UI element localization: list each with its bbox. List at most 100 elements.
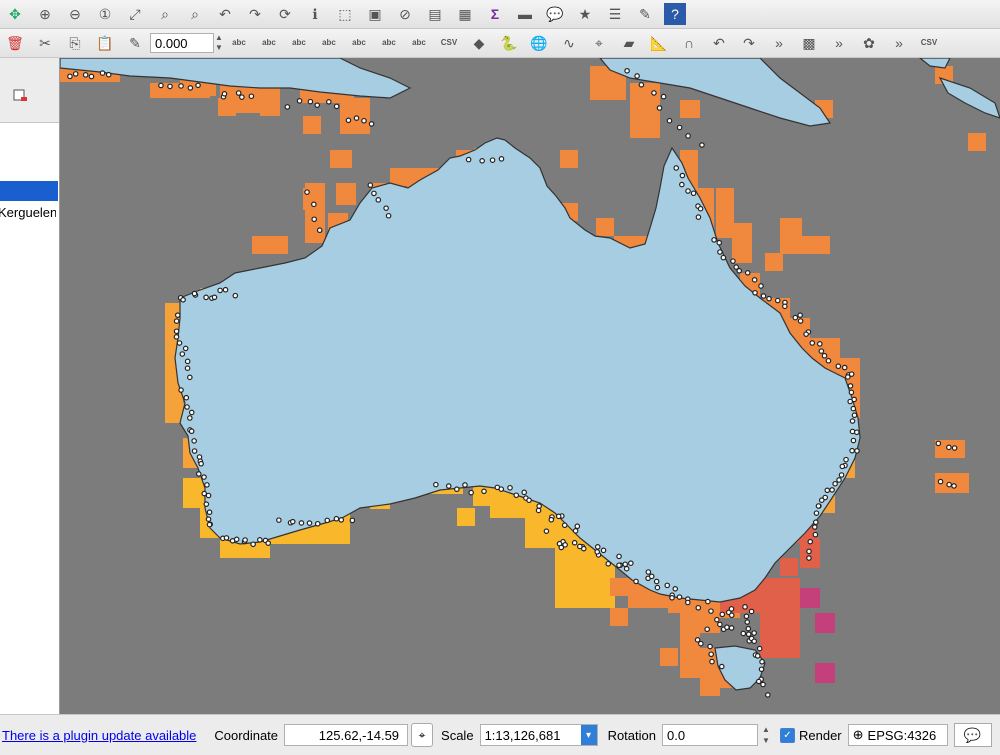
occurrence-point bbox=[751, 638, 758, 645]
ruler-icon[interactable]: 📐 bbox=[648, 32, 670, 54]
delete-icon[interactable]: 🗑 bbox=[4, 32, 26, 54]
sticky-note-icon[interactable]: ▰ bbox=[618, 32, 640, 54]
coordinate-field[interactable]: 125.62,-14.59 bbox=[284, 724, 409, 746]
occurrence-point bbox=[651, 90, 657, 96]
map-tips-icon[interactable]: 💬 bbox=[544, 3, 566, 25]
label-rotate-icon[interactable]: abc bbox=[378, 32, 400, 54]
statistics-sigma-icon[interactable]: Σ bbox=[484, 3, 506, 25]
attribute-table-icon[interactable]: ▤ bbox=[424, 3, 446, 25]
label-highlight-icon[interactable]: abc bbox=[288, 32, 310, 54]
help-icon[interactable]: ? bbox=[664, 3, 686, 25]
python-icon[interactable]: 🐍 bbox=[498, 32, 520, 54]
label-move-icon[interactable]: abc bbox=[348, 32, 370, 54]
occurrence-point bbox=[333, 515, 340, 522]
raster-icon[interactable]: ◆ bbox=[468, 32, 490, 54]
crs-button[interactable]: ⊕ EPSG:4326 bbox=[847, 724, 948, 746]
pan-selected-icon[interactable]: ✥ bbox=[4, 3, 26, 25]
more-icon[interactable]: » bbox=[888, 32, 910, 54]
label-show-hide-icon[interactable]: abc bbox=[318, 32, 340, 54]
zoom-selection-icon[interactable]: ⌕ bbox=[154, 3, 176, 25]
field-calculator-icon[interactable]: ▦ bbox=[454, 3, 476, 25]
magnet-icon[interactable]: ∩ bbox=[678, 32, 700, 54]
wave-icon[interactable]: ∿ bbox=[558, 32, 580, 54]
map-navigation-toolbar: ✥ ⊕ ⊖ ① ⤢ ⌕ ⌕ ↶ ↷ ⟳ ℹ ⬚ ▣ ⊘ ▤ ▦ Σ ▬ 💬 ★ ☰ ✎? bbox=[0, 0, 1000, 29]
occurrence-point bbox=[849, 428, 856, 435]
selected-layer-row[interactable] bbox=[0, 181, 58, 201]
occurrence-point bbox=[314, 520, 321, 527]
select-by-expression-icon[interactable]: ▣ bbox=[364, 3, 386, 25]
label-pin-icon[interactable]: abc bbox=[258, 32, 280, 54]
digitize-pencil-icon[interactable]: ✎ bbox=[124, 32, 146, 54]
text-annotation-icon[interactable]: ✎ bbox=[634, 3, 656, 25]
more-icon[interactable]: » bbox=[828, 32, 850, 54]
grid-cell bbox=[716, 188, 734, 238]
render-checkbox[interactable]: ✓ bbox=[779, 727, 795, 743]
green-layer-icon[interactable]: ▩ bbox=[798, 32, 820, 54]
messages-icon[interactable]: 💬 bbox=[953, 723, 992, 747]
occurrence-point bbox=[555, 513, 562, 520]
zoom-layer-icon[interactable]: ⌕ bbox=[184, 3, 206, 25]
identify-icon[interactable]: ℹ bbox=[304, 3, 326, 25]
occurrence-point bbox=[816, 341, 823, 347]
occurrence-point bbox=[367, 182, 374, 188]
occurrence-point bbox=[716, 239, 723, 246]
zoom-full-icon[interactable]: ⤢ bbox=[124, 3, 146, 25]
occurrence-point bbox=[758, 283, 764, 289]
occurrence-point bbox=[572, 528, 579, 534]
label-change-icon[interactable]: abc bbox=[408, 32, 430, 54]
zoom-out-icon[interactable]: ⊖ bbox=[64, 3, 86, 25]
undo-icon[interactable]: ↶ bbox=[708, 32, 730, 54]
refresh-icon[interactable]: ⟳ bbox=[274, 3, 296, 25]
plugin-update-link[interactable]: There is a plugin update available bbox=[2, 728, 196, 743]
deselect-all-icon[interactable]: ⊘ bbox=[394, 3, 416, 25]
occurrence-point bbox=[699, 142, 705, 148]
occurrence-point bbox=[843, 456, 849, 463]
occurrence-point bbox=[306, 520, 313, 526]
occurrence-point bbox=[535, 507, 542, 514]
copy-icon[interactable]: ⎘ bbox=[64, 32, 86, 54]
rotation-field[interactable]: 0.0 bbox=[661, 724, 758, 746]
occurrence-point bbox=[806, 555, 812, 561]
zoom-next-icon[interactable]: ↷ bbox=[244, 3, 266, 25]
label-icon[interactable]: abc bbox=[228, 32, 250, 54]
new-bookmark-icon[interactable]: ★ bbox=[574, 3, 596, 25]
occurrence-point bbox=[242, 537, 248, 543]
occurrence-point bbox=[345, 117, 352, 124]
coordinate-toggle-icon[interactable]: ⌖ bbox=[411, 723, 434, 747]
layer-item-label[interactable]: Kerguelensem… bbox=[0, 205, 56, 220]
occurrence-point bbox=[173, 318, 180, 324]
csv-icon[interactable]: CSV bbox=[438, 32, 460, 54]
csv-green-icon[interactable]: CSV bbox=[918, 32, 940, 54]
occurrence-point bbox=[385, 212, 392, 219]
occurrence-point bbox=[851, 412, 858, 419]
tolerance-input[interactable]: 0.000 bbox=[150, 33, 214, 53]
remove-layer-icon[interactable] bbox=[13, 89, 27, 103]
measure-icon[interactable]: ▬ bbox=[514, 3, 536, 25]
show-bookmarks-icon[interactable]: ☰ bbox=[604, 3, 626, 25]
rotation-spinner[interactable]: ▲ ▼ bbox=[760, 724, 772, 746]
chevron-down-icon[interactable]: ▾ bbox=[580, 725, 597, 745]
zoom-in-icon[interactable]: ⊕ bbox=[34, 3, 56, 25]
occurrence-point bbox=[654, 584, 661, 591]
zoom-last-icon[interactable]: ↶ bbox=[214, 3, 236, 25]
tolerance-spinner[interactable]: ▲ ▼ bbox=[214, 33, 224, 53]
globe-icon[interactable]: 🌐 bbox=[528, 32, 550, 54]
occurrence-point bbox=[755, 678, 762, 685]
more-icon[interactable]: » bbox=[768, 32, 790, 54]
redo-icon[interactable]: ↷ bbox=[738, 32, 760, 54]
grid-cell bbox=[330, 150, 352, 168]
occurrence-point bbox=[489, 157, 496, 163]
pin-icon[interactable]: ⌖ bbox=[588, 32, 610, 54]
select-features-icon[interactable]: ⬚ bbox=[334, 3, 356, 25]
occurrence-point bbox=[571, 539, 578, 546]
map-canvas[interactable] bbox=[60, 58, 1000, 714]
plugin-icon[interactable]: ✿ bbox=[858, 32, 880, 54]
cut-icon[interactable]: ✂ bbox=[34, 32, 56, 54]
occurrence-point bbox=[507, 484, 513, 491]
zoom-native-icon[interactable]: ① bbox=[94, 3, 116, 25]
occurrence-point bbox=[740, 630, 747, 637]
paste-icon[interactable]: 📋 bbox=[94, 32, 116, 54]
scale-combo[interactable]: 1:13,126,681 ▾ bbox=[479, 724, 598, 746]
occurrence-point bbox=[744, 269, 751, 276]
occurrence-point bbox=[951, 445, 958, 451]
